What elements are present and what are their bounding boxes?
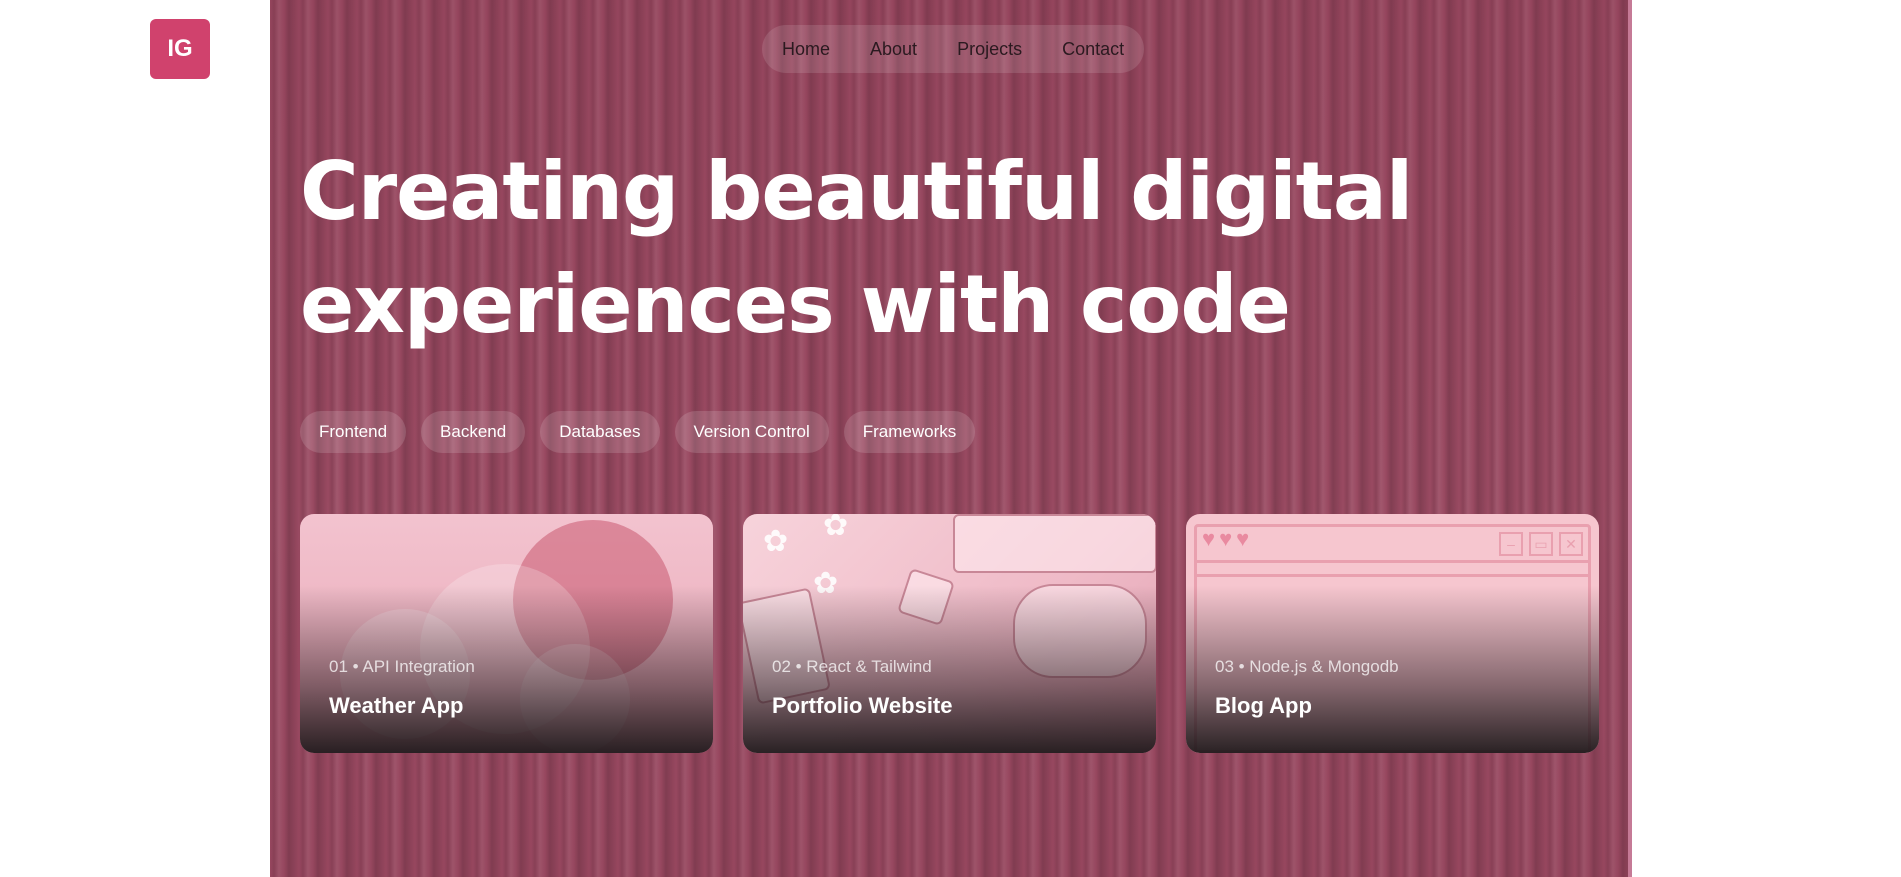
nav-projects[interactable]: Projects <box>957 39 1022 60</box>
skill-chips: Frontend Backend Databases Version Contr… <box>300 411 976 453</box>
project-meta: 01 • API Integration <box>329 657 475 676</box>
chip-frontend[interactable]: Frontend <box>300 411 407 453</box>
project-title: Blog App <box>1215 693 1312 718</box>
hero-panel: Home About Projects Contact Creating bea… <box>270 0 1630 877</box>
chip-version-control[interactable]: Version Control <box>674 411 829 453</box>
project-title: Weather App <box>329 693 464 718</box>
project-card-portfolio[interactable]: ✿ ✿ ✿ 02 • React & Tailwind Portfolio We… <box>743 514 1156 753</box>
headline-line-1: Creating beautiful digital <box>300 145 1413 238</box>
project-card-blog[interactable]: ♥♥♥ – ▭ ✕ 03 • Node.js & Mongodb Blog Ap… <box>1186 514 1599 753</box>
chip-frameworks[interactable]: Frameworks <box>843 411 976 453</box>
project-card-weather[interactable]: 01 • API Integration Weather App <box>300 514 713 753</box>
panel-edge-divider <box>1628 0 1632 877</box>
project-meta: 02 • React & Tailwind <box>772 657 932 676</box>
logo[interactable]: IG <box>150 19 210 79</box>
nav-home[interactable]: Home <box>782 39 830 60</box>
chip-databases[interactable]: Databases <box>540 411 660 453</box>
nav-contact[interactable]: Contact <box>1062 39 1124 60</box>
top-nav: Home About Projects Contact <box>762 25 1145 73</box>
headline-line-2: experiences with code <box>300 258 1291 351</box>
project-title: Portfolio Website <box>772 693 953 718</box>
project-meta: 03 • Node.js & Mongodb <box>1215 657 1399 676</box>
nav-about[interactable]: About <box>870 39 917 60</box>
chip-backend[interactable]: Backend <box>421 411 526 453</box>
project-cards: 01 • API Integration Weather App ✿ ✿ ✿ 0… <box>300 514 1599 753</box>
hero-headline: Creating beautiful digital experiences w… <box>300 135 1620 361</box>
